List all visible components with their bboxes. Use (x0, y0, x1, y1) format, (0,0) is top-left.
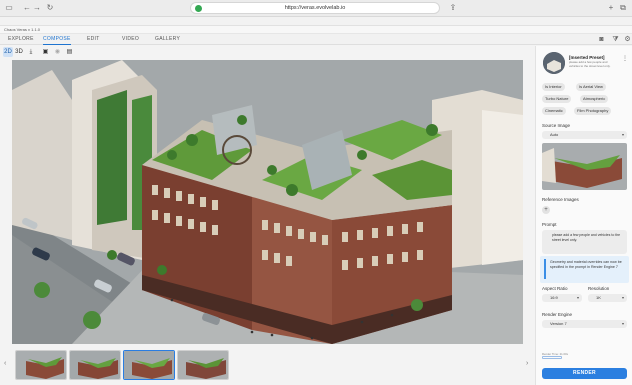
new-tab-icon[interactable]: + (606, 3, 616, 13)
image-icon[interactable]: ▣ (41, 47, 50, 57)
shield-icon (195, 5, 202, 12)
filter-icon[interactable]: ⧩ (611, 35, 620, 44)
sidebar-toggle-icon[interactable]: ▭ (4, 3, 14, 13)
gallery-icon[interactable]: ▤ (65, 47, 74, 57)
chip-turbo-nature[interactable]: Turbo Nature (542, 95, 572, 103)
tab-edit[interactable]: EDIT (87, 34, 100, 45)
render-engine-select[interactable]: Version 7 ▾ (542, 320, 627, 328)
preset-description: please add a few people and vehicles to … (569, 60, 611, 68)
thumbnail-render (178, 351, 228, 379)
preset-thumbnail (543, 52, 565, 74)
resolution-label: Resolution (588, 286, 610, 291)
address-bar[interactable]: https://veras.evolvelab.io (190, 2, 440, 14)
add-reference-image-button[interactable]: + (542, 206, 550, 214)
thumbnail-render (16, 351, 66, 379)
chevron-left-icon[interactable]: ‹ (4, 360, 6, 367)
tab-video[interactable]: VIDEO (122, 34, 139, 45)
gear-icon[interactable]: ⚙ (623, 35, 632, 44)
chevron-down-icon: ▾ (576, 295, 579, 300)
thumbnail-2[interactable] (69, 350, 121, 380)
chip-cinematic[interactable]: Cinematic (542, 107, 566, 115)
thumbnail-1[interactable] (15, 350, 67, 380)
aspect-ratio-value: 16:9 (550, 295, 558, 300)
toggle-2d-button[interactable]: 2D (3, 47, 13, 57)
more-options-icon[interactable]: ⋮ (622, 55, 628, 62)
reference-images-label: Reference Images (542, 197, 579, 202)
tab-explore[interactable]: EXPLORE (8, 34, 34, 45)
tabs-overview-icon[interactable]: ⧉ (618, 3, 628, 13)
camera-icon[interactable]: ◙ (597, 35, 606, 44)
prompt-input[interactable]: please add a few people and vehicles to … (542, 230, 627, 254)
thumbnail-3-selected[interactable] (123, 350, 175, 380)
thumbnail-render (70, 351, 120, 379)
render-viewport[interactable] (12, 60, 523, 344)
thumbnail-4[interactable] (177, 350, 229, 380)
view-toolbar: 2D 3D ⤓ ▣ ◉ ▤ (0, 46, 80, 58)
chip-is-aerial-view[interactable]: Is Aerial View (576, 83, 606, 91)
thumbnail-strip: ‹ › (0, 348, 535, 385)
source-image-label: Source Image (542, 123, 571, 128)
back-arrow-icon[interactable]: ← (22, 3, 32, 13)
settings-panel: [Inserted Preset] please add a few peopl… (535, 46, 632, 385)
source-image-select[interactable]: Auto ▾ (542, 131, 627, 139)
download-icon[interactable]: ⤓ (27, 47, 35, 57)
chevron-down-icon: ▾ (621, 132, 624, 137)
browser-toolbar: ▭ ← → ↻ https://veras.evolvelab.io ⇪ + ⧉ (0, 0, 632, 17)
resolution-value: 1K (596, 295, 601, 300)
main-tabs: EXPLORE COMPOSE EDIT VIDEO GALLERY ◙ ⧩ ⚙ (0, 34, 632, 45)
render-engine-value: Version 7 (550, 321, 567, 326)
chip-is-interior[interactable]: Is Interior (542, 83, 565, 91)
resolution-select[interactable]: 1K ▾ (588, 294, 627, 302)
chevron-down-icon: ▾ (621, 295, 624, 300)
preset-avatar[interactable] (543, 52, 565, 74)
url-text: https://veras.evolvelab.io (284, 5, 346, 11)
render-button[interactable]: RENDER (542, 368, 627, 379)
share-icon[interactable]: ⇪ (448, 3, 458, 13)
render-time-bar (542, 356, 562, 359)
eye-icon[interactable]: ◉ (53, 47, 62, 57)
chip-atmospheric[interactable]: Atmospheric (580, 95, 609, 103)
bookmarks-bar: HRTeslaTODOPTAIRJ TSLBPCBMRABlogsNewsFli… (0, 17, 632, 26)
chevron-down-icon: ▾ (621, 321, 624, 326)
source-image-preview[interactable] (542, 143, 627, 190)
aspect-ratio-select[interactable]: 16:9 ▾ (542, 294, 582, 302)
app-title: Chaos Veras v 1.1.0 (0, 26, 632, 34)
prompt-label: Prompt (542, 222, 557, 227)
thumbnail-render (124, 351, 174, 379)
aspect-ratio-label: Aspect Ratio (542, 286, 568, 291)
tab-gallery[interactable]: GALLERY (155, 34, 180, 45)
chevron-right-icon[interactable]: › (526, 360, 528, 367)
tab-compose[interactable]: COMPOSE (43, 34, 71, 45)
source-image-render (542, 143, 627, 190)
chip-film-photography[interactable]: Film Photography (574, 107, 612, 115)
info-callout: Geometry and material overrides can now … (540, 256, 629, 283)
aerial-building-render (12, 60, 523, 344)
toggle-3d-button[interactable]: 3D (14, 47, 24, 57)
reload-icon[interactable]: ↻ (45, 3, 55, 13)
render-engine-label: Render Engine (542, 312, 573, 317)
source-image-value: Auto (550, 132, 559, 137)
forward-arrow-icon[interactable]: → (32, 3, 42, 13)
